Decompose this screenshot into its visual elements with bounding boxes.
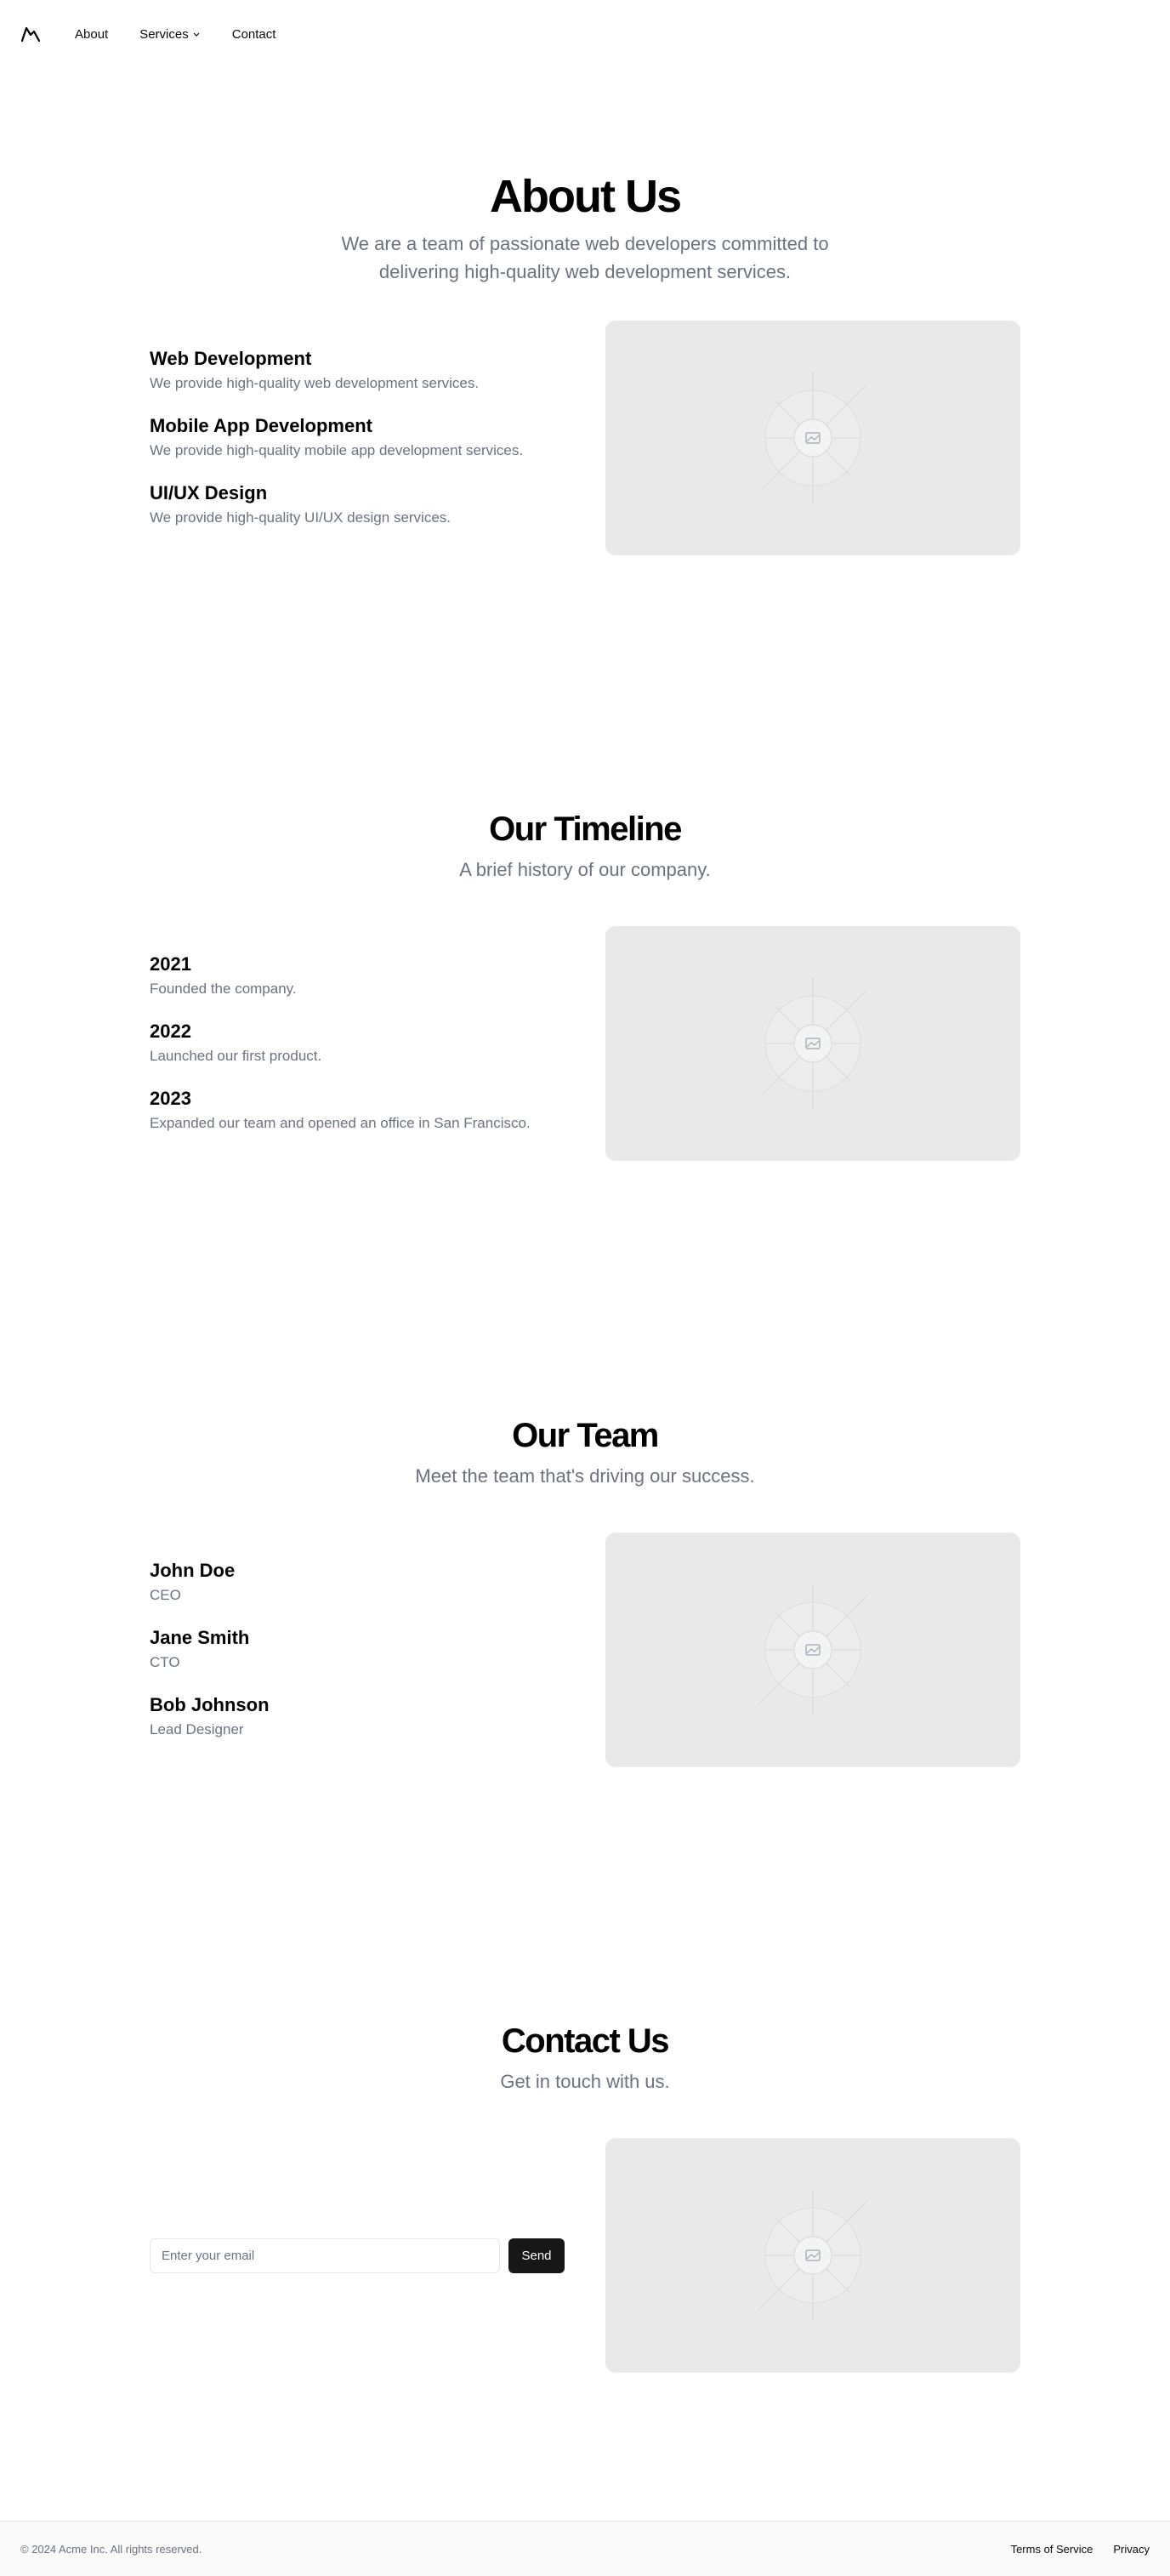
item-title: Web Development xyxy=(150,348,312,369)
item-desc: Launched our first product. xyxy=(150,1048,322,1064)
image-placeholder xyxy=(605,2138,1020,2373)
terms-link[interactable]: Terms of Service xyxy=(1011,2543,1093,2556)
list-item: 2023 Expanded our team and opened an off… xyxy=(150,1087,575,1134)
contact-section: Contact Us Get in touch with us. xyxy=(0,2022,1170,2095)
list-item: John Doe CEO xyxy=(150,1559,575,1606)
send-button[interactable]: Send xyxy=(508,2238,565,2273)
about-subtitle: We are a team of passionate web develope… xyxy=(341,233,829,282)
about-content: Web Development We provide high-quality … xyxy=(150,321,1020,555)
item-title: Bob Johnson xyxy=(150,1694,270,1715)
main-nav: About Services Contact xyxy=(75,27,307,42)
footer-links: Terms of Service Privacy xyxy=(991,2543,1150,2556)
image-placeholder xyxy=(605,321,1020,555)
item-desc: Founded the company. xyxy=(150,981,297,997)
email-input[interactable] xyxy=(150,2238,500,2273)
list-item: Jane Smith CTO xyxy=(150,1626,575,1674)
site-footer: © 2024 Acme Inc. All rights reserved. Te… xyxy=(0,2521,1170,2576)
contact-subtitle: Get in touch with us. xyxy=(500,2071,670,2092)
item-desc: Expanded our team and opened an office i… xyxy=(150,1115,531,1131)
item-desc: CEO xyxy=(150,1587,181,1603)
list-item: Web Development We provide high-quality … xyxy=(150,347,575,395)
image-placeholder xyxy=(605,1533,1020,1767)
item-title: 2023 xyxy=(150,1088,191,1109)
timeline-title: Our Timeline xyxy=(489,810,682,848)
services-list: Web Development We provide high-quality … xyxy=(150,321,575,555)
contact-title: Contact Us xyxy=(501,2022,670,2060)
nav-services[interactable]: Services xyxy=(139,27,201,42)
mountain-logo-icon[interactable] xyxy=(20,24,41,44)
copyright-text: © 2024 Acme Inc. All rights reserved. xyxy=(20,2542,202,2556)
timeline-section: Our Timeline A brief history of our comp… xyxy=(0,810,1170,884)
item-desc: Lead Designer xyxy=(150,1721,244,1737)
team-title: Our Team xyxy=(512,1417,659,1454)
list-item: UI/UX Design We provide high-quality UI/… xyxy=(150,481,575,529)
timeline-list: 2021 Founded the company. 2022 Launched … xyxy=(150,926,575,1161)
item-desc: We provide high-quality web development … xyxy=(150,375,480,391)
team-subtitle: Meet the team that's driving our success… xyxy=(415,1465,755,1487)
item-desc: We provide high-quality UI/UX design ser… xyxy=(150,509,452,526)
item-title: Jane Smith xyxy=(150,1627,250,1648)
site-header: About Services Contact xyxy=(0,0,1170,68)
team-section: Our Team Meet the team that's driving ou… xyxy=(0,1417,1170,1490)
item-title: Mobile App Development xyxy=(150,415,372,436)
item-title: John Doe xyxy=(150,1560,236,1581)
nav-contact[interactable]: Contact xyxy=(232,27,276,42)
list-item: Bob Johnson Lead Designer xyxy=(150,1693,575,1741)
item-title: UI/UX Design xyxy=(150,482,268,503)
nav-services-label: Services xyxy=(139,26,189,42)
list-item: Mobile App Development We provide high-q… xyxy=(150,414,575,462)
privacy-link[interactable]: Privacy xyxy=(1113,2543,1150,2556)
about-title: About Us xyxy=(490,171,682,222)
image-placeholder xyxy=(605,926,1020,1161)
team-content: John Doe CEO Jane Smith CTO Bob Johnson … xyxy=(150,1533,1020,1767)
timeline-subtitle: A brief history of our company. xyxy=(459,859,711,880)
team-list: John Doe CEO Jane Smith CTO Bob Johnson … xyxy=(150,1533,575,1767)
list-item: 2021 Founded the company. xyxy=(150,952,575,1000)
chevron-down-icon xyxy=(192,30,201,38)
item-title: 2021 xyxy=(150,953,191,975)
item-title: 2022 xyxy=(150,1021,191,1042)
nav-about[interactable]: About xyxy=(75,27,108,42)
list-item: 2022 Launched our first product. xyxy=(150,1020,575,1067)
item-desc: We provide high-quality mobile app devel… xyxy=(150,442,524,458)
item-desc: CTO xyxy=(150,1654,180,1670)
contact-content: Send xyxy=(150,2138,1020,2373)
about-section: About Us We are a team of passionate web… xyxy=(0,170,1170,286)
timeline-content: 2021 Founded the company. 2022 Launched … xyxy=(150,926,1020,1161)
contact-form: Send xyxy=(150,2138,575,2373)
